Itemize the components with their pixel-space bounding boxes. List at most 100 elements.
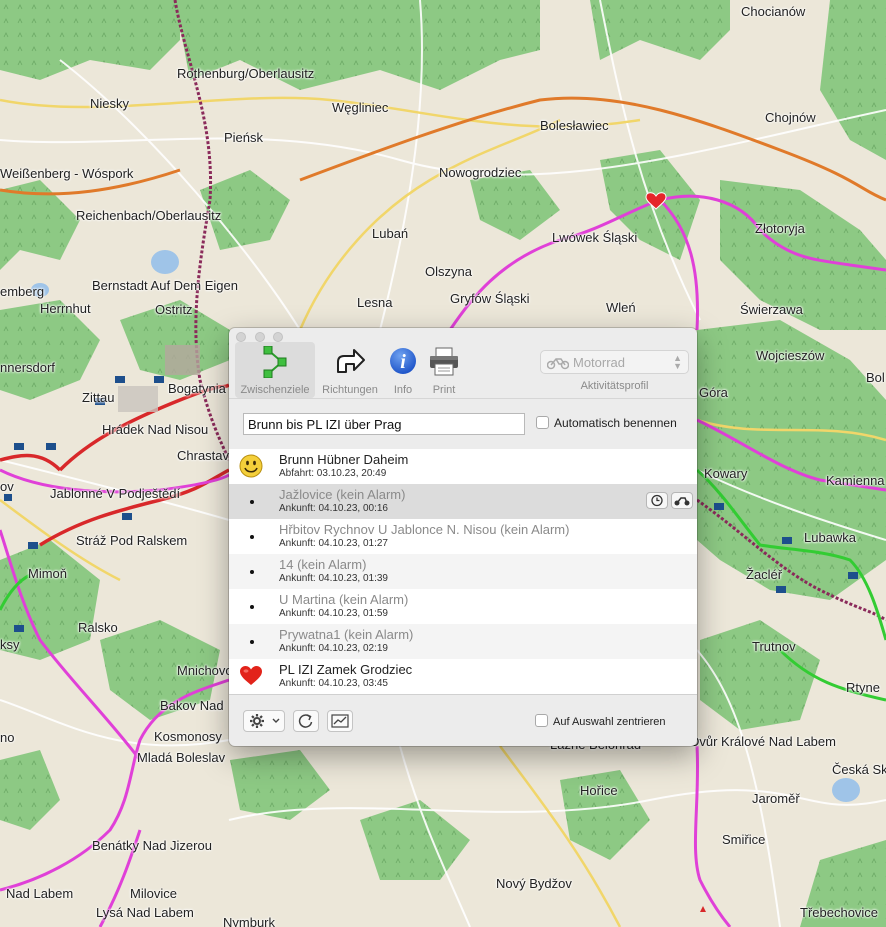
map-label: Nowogrodziec <box>439 165 522 180</box>
waypoint-title: Brunn Hübner Daheim <box>279 452 409 467</box>
tab-directions-label: Richtungen <box>322 384 378 396</box>
waypoint-time: Ankunft: 04.10.23, 00:16 <box>279 503 388 514</box>
waypoint-title: Prywatna1 (kein Alarm) <box>279 627 414 642</box>
map-label: Lesna <box>357 295 393 310</box>
map-label: no <box>0 730 15 745</box>
waypoint-title: Jažlovice (kein Alarm) <box>279 487 406 502</box>
list-item[interactable]: Prywatna1 (kein Alarm) Ankunft: 04.10.23… <box>229 624 697 659</box>
map-label: Świerzawa <box>740 302 803 317</box>
map-label: Bernstadt Auf Dem Eigen <box>92 278 238 293</box>
map-label: Herrnhut <box>40 301 91 316</box>
map-label: Wleń <box>606 300 636 315</box>
route-inspector-window: Zwischenziele Richtungen i Info Print Mo… <box>229 328 697 746</box>
map-label: Złotoryja <box>755 221 805 236</box>
waypoint-list: Brunn Hübner Daheim Abfahrt: 03.10.23, 2… <box>229 449 697 694</box>
list-item[interactable]: U Martina (kein Alarm) Ankunft: 04.10.23… <box>229 589 697 624</box>
clock-icon <box>651 494 663 507</box>
map-label: Nymburk <box>223 915 276 927</box>
map-label: Mladá Boleslav <box>137 750 226 765</box>
map-label: Bogatynia <box>168 381 226 396</box>
waypoint-title: Hřbitov Rychnov U Jablonce N. Nisou (kei… <box>279 522 570 537</box>
activity-profile-select[interactable]: Motorrad ▲ ▼ <box>540 350 689 374</box>
map-label: Žacléř <box>746 567 783 582</box>
map-label: Kamienna <box>826 473 885 488</box>
map-label: Mimoň <box>28 566 68 581</box>
map-label: Kowary <box>704 466 748 481</box>
map-label: Olszyna <box>425 264 472 279</box>
heart-icon <box>240 666 262 685</box>
waypoint-title: PL IZI Zamek Grodziec <box>279 662 413 677</box>
center-on-selection-label: Auf Auswahl zentrieren <box>553 716 666 728</box>
map-label: Góra <box>699 385 728 400</box>
waypoint-dot-icon <box>250 605 254 609</box>
smiley-icon <box>239 454 263 478</box>
close-window-button[interactable] <box>236 332 246 342</box>
list-item[interactable]: PL IZI Zamek Grodziec Ankunft: 04.10.23,… <box>229 659 697 694</box>
route-name-input[interactable] <box>243 413 525 435</box>
directions-arrow-icon <box>337 349 365 373</box>
map-label: Smiřice <box>722 832 766 847</box>
waypoint-dot-icon <box>250 570 254 574</box>
map-label: emberg <box>0 284 45 299</box>
motorcycle-icon <box>674 497 690 506</box>
map-label: Wojcieszów <box>756 348 825 363</box>
waypoint-title: U Martina (kein Alarm) <box>279 592 409 607</box>
activity-profile-caption: Aktivitätsprofil <box>580 380 649 392</box>
map-label: Rtyne <box>846 680 880 695</box>
zoom-window-button[interactable] <box>273 332 283 342</box>
map-label: Kosmonosy <box>154 729 222 744</box>
minimize-window-button[interactable] <box>255 332 265 342</box>
tab-info[interactable]: i Info <box>385 342 421 398</box>
map-label: Bakov Nad <box>160 698 224 713</box>
map-label: ov <box>0 479 14 494</box>
waypoint-time: Ankunft: 04.10.23, 01:27 <box>279 538 388 549</box>
map-label: Jablonné V Podještědí <box>50 486 181 501</box>
waypoint-time: Ankunft: 04.10.23, 03:45 <box>279 678 388 689</box>
center-on-selection-checkbox-box[interactable] <box>535 714 548 727</box>
footer-divider <box>229 694 697 695</box>
toolbar-divider <box>229 398 697 399</box>
auto-name-checkbox-box[interactable] <box>536 416 549 429</box>
chevron-updown-icon: ▲ ▼ <box>673 353 682 371</box>
map-label: ksy <box>0 637 20 652</box>
list-item[interactable]: Brunn Hübner Daheim Abfahrt: 03.10.23, 2… <box>229 449 697 484</box>
settings-menu-button[interactable] <box>243 710 285 732</box>
print-button[interactable]: Print <box>425 342 463 398</box>
map-label: Gryfów Śląski <box>450 291 530 306</box>
auto-name-label: Automatisch benennen <box>554 416 677 430</box>
list-item[interactable]: 14 (kein Alarm) Ankunft: 04.10.23, 01:39 <box>229 554 697 589</box>
map-label: Stráž Pod Ralskem <box>76 533 188 548</box>
waypoints-icon <box>263 346 287 378</box>
print-button-label: Print <box>432 384 456 396</box>
activity-profile-value: Motorrad <box>573 355 626 370</box>
waypoint-title: 14 (kein Alarm) <box>279 557 367 572</box>
map-label: Węgliniec <box>332 100 389 115</box>
map-label: Zittau <box>82 390 115 405</box>
map-label: Benátky Nad Jizerou <box>92 838 212 853</box>
alarm-clock-button[interactable] <box>646 492 668 509</box>
map-label: Bol <box>866 370 885 385</box>
map-label: Česká Sk <box>832 762 886 777</box>
vehicle-profile-button[interactable] <box>671 492 693 509</box>
chart-icon <box>331 714 349 728</box>
waypoint-time: Abfahrt: 03.10.23, 20:49 <box>279 468 387 479</box>
map-label: Nad Labem <box>6 886 74 901</box>
auto-name-checkbox[interactable]: Automatisch benennen <box>536 416 677 430</box>
refresh-button[interactable] <box>293 710 319 732</box>
waypoint-time: Ankunft: 04.10.23, 01:39 <box>279 573 388 584</box>
map-label: Lubań <box>372 226 409 241</box>
waypoint-dot-icon <box>250 535 254 539</box>
map-label: Weißenberg - Wóspork <box>0 166 134 181</box>
elevation-profile-button[interactable] <box>327 710 353 732</box>
center-on-selection-checkbox[interactable]: Auf Auswahl zentrieren <box>535 714 666 728</box>
map-label: Lysá Nad Labem <box>96 905 194 920</box>
map-label: Chojnów <box>765 110 816 125</box>
map-label: Mnichovo <box>177 663 233 678</box>
list-item[interactable]: Hřbitov Rychnov U Jablonce N. Nisou (kei… <box>229 519 697 554</box>
list-item[interactable]: Jažlovice (kein Alarm) Ankunft: 04.10.23… <box>229 484 697 519</box>
tab-directions[interactable]: Richtungen <box>317 342 383 398</box>
tab-waypoints[interactable]: Zwischenziele <box>235 342 315 398</box>
waypoint-time: Ankunft: 04.10.23, 02:19 <box>279 643 388 654</box>
map-label: Jaroměř <box>752 791 800 806</box>
map-label: Lwówek Śląski <box>552 230 638 245</box>
